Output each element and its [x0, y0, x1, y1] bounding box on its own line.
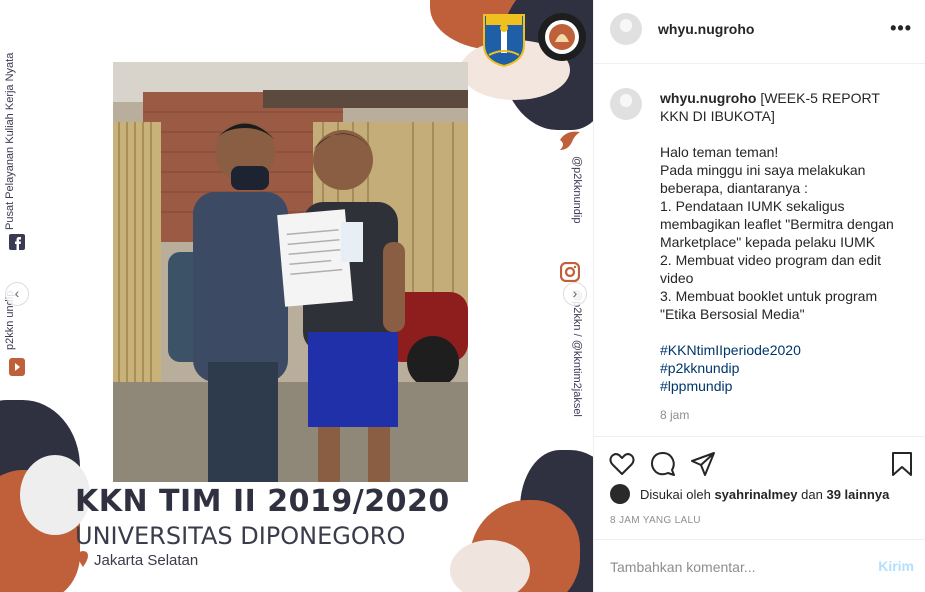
location-pin-icon	[78, 551, 88, 567]
side-text-organization: Pusat Pelayanan Kuliah Kerja Nyata	[4, 52, 16, 230]
caption-first-line: whyu.nugroho [WEEK-5 REPORT KKN DI IBUKO…	[660, 90, 880, 124]
youtube-icon	[9, 358, 25, 376]
caption-author-username[interactable]: whyu.nugroho	[660, 90, 756, 106]
more-options-icon[interactable]: •••	[890, 18, 912, 39]
liker-username[interactable]: syahrinalmey	[714, 487, 797, 502]
likes-others-count[interactable]: 39 lainnya	[826, 487, 889, 502]
post-details-panel: whyu.nugroho ••• whyu.nugroho [WEEK-5 RE…	[593, 0, 925, 592]
caption-line: 3. Membuat booklet untuk program "Etika …	[660, 288, 878, 322]
bird-logo-icon	[560, 131, 580, 150]
post-image[interactable]: Pusat Pelayanan Kuliah Kerja Nyata p2kkn…	[0, 0, 593, 592]
caption-comment: whyu.nugroho [WEEK-5 REPORT KKN DI IBUKO…	[594, 64, 925, 436]
action-bar	[594, 436, 925, 486]
caption-line: 2. Membuat video program dan edit video	[660, 252, 882, 286]
side-text-secondary-handles: @p2kkn / @kkntim2jaksel	[571, 290, 583, 417]
instagram-post-view: Pusat Pelayanan Kuliah Kerja Nyata p2kkn…	[0, 0, 925, 592]
author-username[interactable]: whyu.nugroho	[658, 21, 754, 37]
next-button[interactable]: ›	[563, 282, 587, 306]
add-comment-bar: Kirim	[594, 539, 925, 592]
caption-line: Halo teman teman!	[660, 144, 779, 160]
undip-logo	[538, 13, 586, 61]
instagram-icon	[560, 262, 580, 282]
author-avatar[interactable]	[610, 13, 642, 45]
photo-scene	[113, 62, 468, 482]
previous-button[interactable]: ‹	[5, 282, 29, 306]
bookmark-icon[interactable]	[889, 451, 915, 477]
post-image-subtitle: UNIVERSITAS DIPONEGORO	[75, 522, 406, 550]
likes-text: Disukai oleh syahrinalmey dan 39 lainnya	[640, 487, 889, 502]
caption-gap	[660, 323, 910, 341]
likes-prefix: Disukai oleh	[640, 487, 715, 502]
chevron-right-icon: ›	[572, 285, 578, 301]
post-photo	[113, 62, 468, 482]
post-image-title: KKN TIM II 2019/2020	[75, 484, 450, 519]
decor-blob	[450, 540, 530, 592]
side-text-instagram-handle: @p2kknundip	[571, 156, 583, 224]
comment-icon[interactable]	[650, 451, 676, 477]
post-timestamp: 8 JAM YANG LALU	[610, 515, 701, 526]
caption-line: Pada minggu ini saya melakukan beberapa,…	[660, 162, 866, 196]
caption-author-avatar[interactable]	[610, 88, 642, 120]
dki-jakarta-logo	[483, 14, 525, 67]
likes-middle: dan	[797, 487, 827, 502]
caption-body: whyu.nugroho [WEEK-5 REPORT KKN DI IBUKO…	[660, 89, 910, 424]
liker-avatar[interactable]	[610, 484, 630, 504]
hashtag-link[interactable]: #KKNtimIIperiode2020	[660, 341, 910, 359]
caption-gap	[660, 125, 910, 143]
hashtag-link[interactable]: #p2kknundip	[660, 359, 910, 377]
facebook-icon	[9, 234, 25, 250]
left-side-strip: Pusat Pelayanan Kuliah Kerja Nyata p2kkn…	[0, 0, 34, 400]
heart-icon[interactable]	[609, 451, 635, 477]
caption-line: 1. Pendataan IUMK sekaligus membagikan l…	[660, 198, 894, 250]
post-image-location: Jakarta Selatan	[94, 552, 199, 569]
share-icon[interactable]	[690, 451, 716, 477]
chevron-left-icon: ‹	[14, 285, 20, 301]
caption-time: 8 jam	[660, 408, 690, 422]
hashtag-link[interactable]: #lppmundip	[660, 377, 910, 395]
post-header: whyu.nugroho •••	[594, 0, 925, 64]
post-comment-button[interactable]: Kirim	[878, 558, 914, 574]
comment-input[interactable]	[610, 556, 860, 578]
